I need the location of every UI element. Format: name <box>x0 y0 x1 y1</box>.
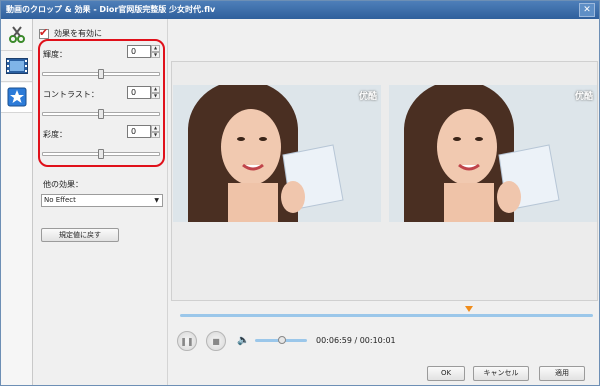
close-button[interactable]: ✕ <box>579 3 595 17</box>
pause-icon: ❚❚ <box>180 336 194 346</box>
volume-icon[interactable]: 🔈 <box>237 335 249 346</box>
contrast-slider-thumb[interactable] <box>98 109 104 119</box>
filmstrip-icon <box>5 57 28 76</box>
contrast-slider[interactable] <box>42 109 160 119</box>
original-preview: 优酷 <box>173 85 381 222</box>
chevron-down-icon: ▼ <box>154 197 159 204</box>
saturation-spinner[interactable]: ▲ ▼ <box>151 125 160 138</box>
contrast-spinner[interactable]: ▲ ▼ <box>151 86 160 99</box>
brightness-slider[interactable] <box>42 69 160 79</box>
other-effects-label: 他の効果： <box>43 180 83 189</box>
time-readout: 00:06:59 / 00:10:01 <box>316 336 396 345</box>
contrast-label: コントラスト： <box>43 90 99 99</box>
brightness-label: 輝度： <box>43 50 67 59</box>
watermark-logo: 优酷 <box>574 92 593 102</box>
contrast-input[interactable]: 0 <box>127 86 151 99</box>
saturation-slider-thumb[interactable] <box>98 149 104 159</box>
volume-slider-thumb[interactable] <box>278 336 286 344</box>
crop-effects-window: 動画のクロップ & 効果 - Dior官网版完整版 少女时代.flv ✕ ✔ 効… <box>0 0 600 386</box>
video-frame-original <box>173 85 381 222</box>
crop-tool-button[interactable] <box>1 21 32 51</box>
playhead-marker[interactable] <box>465 306 473 312</box>
stop-button[interactable]: ■ <box>206 331 226 351</box>
star-icon <box>7 87 27 109</box>
brightness-spinner[interactable]: ▲ ▼ <box>151 45 160 58</box>
brightness-slider-thumb[interactable] <box>98 69 104 79</box>
stop-icon: ■ <box>212 336 220 346</box>
other-effects-value: No Effect <box>44 196 76 204</box>
pause-button[interactable]: ❚❚ <box>177 331 197 351</box>
enable-effects-label: 効果を有効に <box>54 29 102 38</box>
enable-effects-checkbox[interactable] <box>39 26 49 39</box>
window-title: 動画のクロップ & 効果 - Dior官网版完整版 少女时代.flv <box>6 5 216 14</box>
saturation-slider[interactable] <box>42 149 160 159</box>
effect-tool-button[interactable] <box>1 83 32 113</box>
scissors-icon <box>7 25 27 47</box>
clip-tool-button[interactable] <box>1 52 32 82</box>
ok-button[interactable]: OK <box>427 366 465 381</box>
cancel-button[interactable]: キャンセル <box>473 366 529 381</box>
timeline-bar[interactable] <box>180 314 593 317</box>
video-frame-processed <box>389 85 597 222</box>
other-effects-select[interactable]: No Effect ▼ <box>41 194 163 207</box>
saturation-label: 彩度： <box>43 130 67 139</box>
processed-preview: 优酷 <box>389 85 597 222</box>
enable-effects-row[interactable]: 効果を有効に <box>39 26 102 39</box>
saturation-input[interactable]: 0 <box>127 125 151 138</box>
brightness-input[interactable]: 0 <box>127 45 151 58</box>
reset-defaults-button[interactable]: 規定値に戻す <box>41 228 119 242</box>
watermark-logo: 优酷 <box>358 92 377 102</box>
apply-button[interactable]: 適用 <box>539 366 585 381</box>
tool-strip <box>1 19 33 385</box>
title-bar: 動画のクロップ & 効果 - Dior官网版完整版 少女时代.flv ✕ <box>1 1 599 19</box>
